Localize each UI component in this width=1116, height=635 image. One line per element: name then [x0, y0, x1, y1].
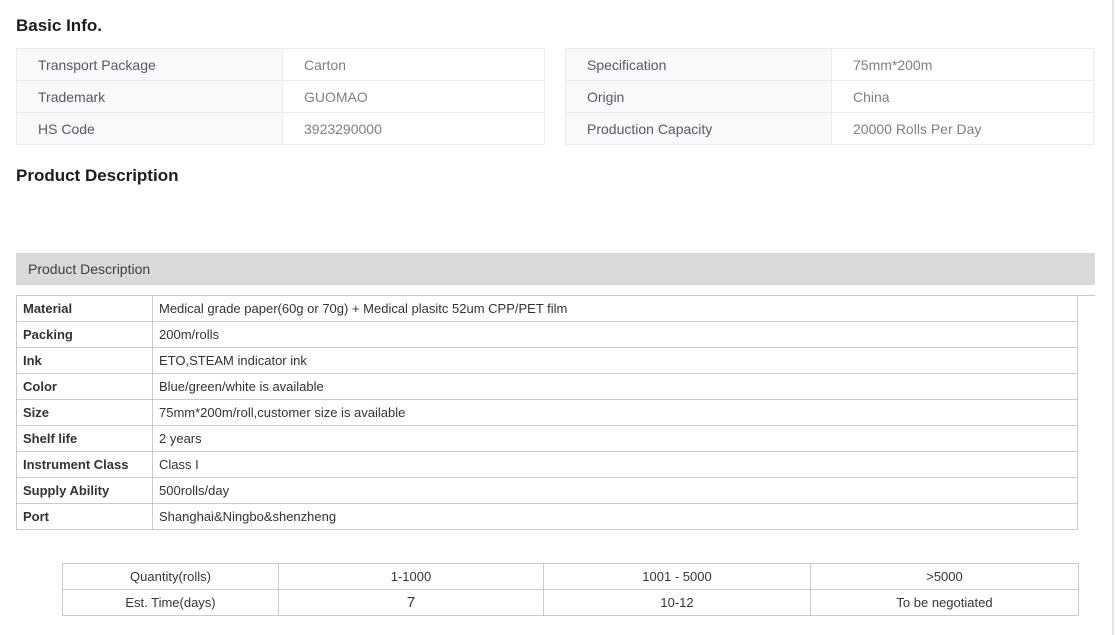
basic-info-label: HS Code	[17, 113, 283, 145]
basic-info-row: HS Code 3923290000	[17, 113, 545, 145]
spec-value: 500rolls/day	[153, 478, 1078, 504]
spec-row: Supply Ability 500rolls/day	[17, 478, 1078, 504]
basic-info-label: Transport Package	[17, 49, 283, 81]
spec-row: Shelf life 2 years	[17, 426, 1078, 452]
lead-time-row: Quantity(rolls) 1-1000 1001 - 5000 >5000	[63, 564, 1079, 590]
lead-time-cell: 7	[279, 590, 544, 616]
basic-info-value: China	[832, 81, 1094, 113]
spec-row: Size 75mm*200m/roll,customer size is ava…	[17, 400, 1078, 426]
page-right-border	[1112, 0, 1114, 635]
spec-value: 2 years	[153, 426, 1078, 452]
basic-info-value: 75mm*200m	[832, 49, 1094, 81]
lead-time-cell: 1-1000	[279, 564, 544, 590]
basic-info-value: 3923290000	[283, 113, 545, 145]
spec-label: Supply Ability	[17, 478, 153, 504]
spec-row: Port Shanghai&Ningbo&shenzheng	[17, 504, 1078, 530]
spec-row: Color Blue/green/white is available	[17, 374, 1078, 400]
basic-info-value: Carton	[283, 49, 545, 81]
lead-time-cell: >5000	[811, 564, 1079, 590]
spec-value: 75mm*200m/roll,customer size is availabl…	[153, 400, 1078, 426]
basic-info-value: GUOMAO	[283, 81, 545, 113]
product-description-heading: Product Description	[16, 166, 178, 186]
lead-time-cell: 1001 - 5000	[544, 564, 811, 590]
spec-value: ETO,STEAM indicator ink	[153, 348, 1078, 374]
spec-label: Ink	[17, 348, 153, 374]
basic-info-value: 20000 Rolls Per Day	[832, 113, 1094, 145]
spec-row: Packing 200m/rolls	[17, 322, 1078, 348]
product-description-panel-header: Product Description	[16, 253, 1095, 285]
lead-time-cell: 10-12	[544, 590, 811, 616]
lead-time-cell: Quantity(rolls)	[63, 564, 279, 590]
spec-label: Packing	[17, 322, 153, 348]
basic-info-section: Transport Package Carton Trademark GUOMA…	[16, 48, 1094, 145]
basic-info-table-left: Transport Package Carton Trademark GUOMA…	[16, 48, 545, 145]
basic-info-row: Production Capacity 20000 Rolls Per Day	[566, 113, 1094, 145]
basic-info-heading: Basic Info.	[16, 16, 102, 36]
basic-info-row: Specification 75mm*200m	[566, 49, 1094, 81]
spec-label: Port	[17, 504, 153, 530]
spec-value: Shanghai&Ningbo&shenzheng	[153, 504, 1078, 530]
lead-time-cell: Est. Time(days)	[63, 590, 279, 616]
spec-value: Class I	[153, 452, 1078, 478]
lead-time-table: Quantity(rolls) 1-1000 1001 - 5000 >5000…	[62, 563, 1079, 616]
lead-time-cell: To be negotiated	[811, 590, 1079, 616]
spec-label: Material	[17, 296, 153, 322]
basic-info-row: Trademark GUOMAO	[17, 81, 545, 113]
product-description-section: Material Medical grade paper(60g or 70g)…	[16, 295, 1095, 530]
basic-info-label: Origin	[566, 81, 832, 113]
spec-label: Size	[17, 400, 153, 426]
basic-info-label: Trademark	[17, 81, 283, 113]
lead-time-row: Est. Time(days) 7 10-12 To be negotiated	[63, 590, 1079, 616]
spec-label: Instrument Class	[17, 452, 153, 478]
spec-label: Shelf life	[17, 426, 153, 452]
basic-info-label: Specification	[566, 49, 832, 81]
spec-row: Instrument Class Class I	[17, 452, 1078, 478]
spec-value: 200m/rolls	[153, 322, 1078, 348]
basic-info-row: Transport Package Carton	[17, 49, 545, 81]
basic-info-row: Origin China	[566, 81, 1094, 113]
product-spec-table: Material Medical grade paper(60g or 70g)…	[16, 295, 1078, 530]
basic-info-label: Production Capacity	[566, 113, 832, 145]
spec-label: Color	[17, 374, 153, 400]
spec-row: Ink ETO,STEAM indicator ink	[17, 348, 1078, 374]
spec-row: Material Medical grade paper(60g or 70g)…	[17, 296, 1078, 322]
basic-info-table-right: Specification 75mm*200m Origin China Pro…	[565, 48, 1094, 145]
spec-value: Blue/green/white is available	[153, 374, 1078, 400]
spec-value: Medical grade paper(60g or 70g) + Medica…	[153, 296, 1078, 322]
